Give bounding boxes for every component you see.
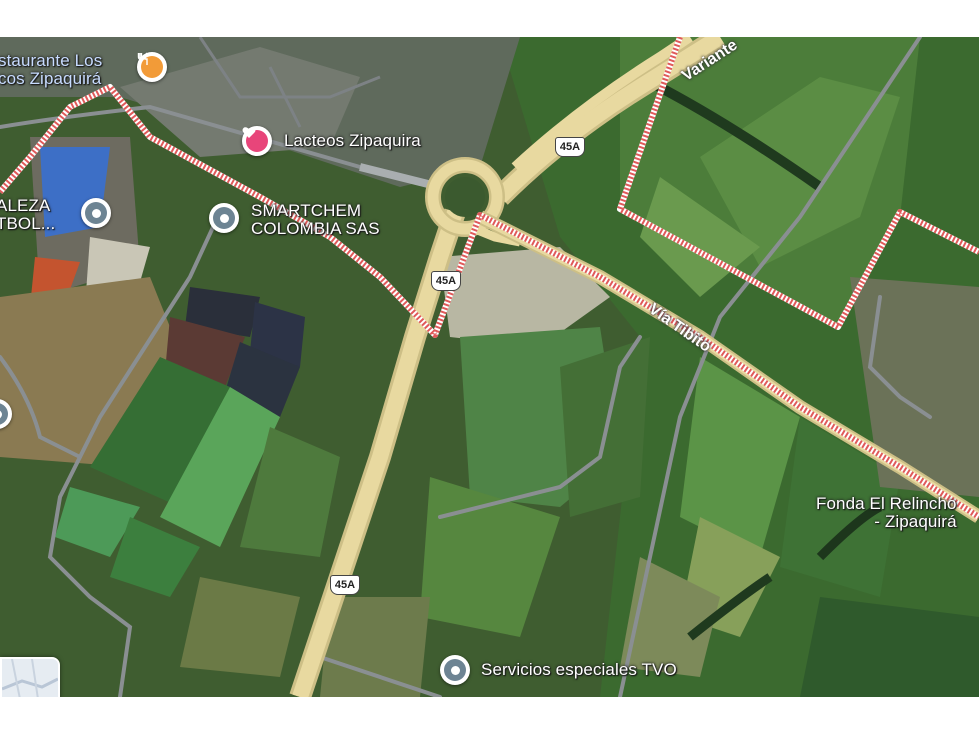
place-label-line: TBOL...: [0, 214, 56, 233]
route-shield: 45A: [555, 137, 585, 157]
place-label-line: Fonda El Relincho: [816, 494, 957, 513]
place-label-line: SMARTCHEM: [251, 201, 362, 220]
map-thumbnail-icon: [2, 659, 58, 697]
place-label-line: staurante Los: [0, 51, 103, 70]
place-label-line: COLOMBIA SAS: [251, 219, 380, 238]
caleza-pin[interactable]: [81, 198, 111, 228]
lacteos-pin[interactable]: [242, 126, 272, 156]
place-label-restaurante[interactable]: staurante Los cos Zipaquirá: [0, 52, 102, 88]
place-label-lacteos[interactable]: Lacteos Zipaquira: [284, 132, 421, 150]
restaurant-pin[interactable]: [137, 52, 167, 82]
layers-toggle-thumbnail[interactable]: [0, 657, 60, 697]
route-shield: 45A: [330, 575, 360, 595]
restaurant-icon: [137, 52, 163, 78]
place-pin-icon: [213, 207, 235, 229]
place-pin-icon: [85, 202, 107, 224]
route-shield: 45A: [431, 271, 461, 291]
place-label-line: - Zipaquirá: [874, 512, 957, 531]
servicios-pin[interactable]: [440, 655, 470, 685]
place-label-caleza[interactable]: ALEZA TBOL...: [0, 197, 55, 233]
smartchem-pin[interactable]: [209, 203, 239, 233]
place-label-fonda[interactable]: Fonda El Relincho - Zipaquirá: [816, 495, 957, 531]
place-pin-icon: [444, 659, 466, 681]
place-label-servicios[interactable]: Servicios especiales TVO: [481, 661, 677, 679]
place-label-line: cos Zipaquirá: [0, 69, 102, 88]
place-label-smartchem[interactable]: SMARTCHEM COLOMBIA SAS: [251, 202, 380, 238]
satellite-imagery: [0, 37, 979, 697]
place-label-line: ALEZA: [0, 196, 51, 215]
heart-icon: [242, 127, 268, 152]
map-canvas[interactable]: 45A 45A 45A Variante Vía Tibito staurant…: [0, 37, 979, 697]
place-pin-icon: [0, 403, 8, 425]
